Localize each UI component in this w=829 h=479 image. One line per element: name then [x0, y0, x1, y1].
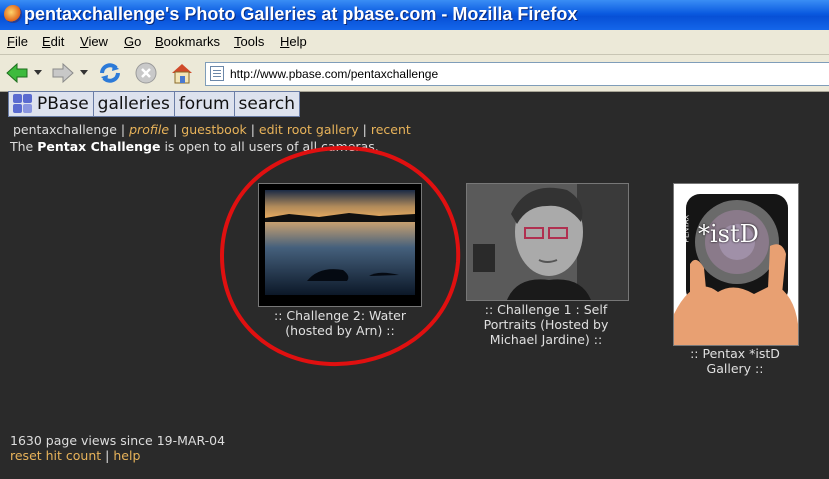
- page-icon: [210, 66, 224, 81]
- menu-go[interactable]: Go: [124, 34, 141, 49]
- intro-pre: The: [10, 139, 38, 154]
- pbase-logo-link[interactable]: PBase: [9, 92, 94, 116]
- pbase-logo-icon: [13, 94, 33, 114]
- gallery-thumbnail-self-portraits[interactable]: [466, 183, 629, 301]
- chevron-down-icon: [34, 70, 42, 75]
- window-titlebar: pentaxchallenge's Photo Galleries at pba…: [0, 0, 829, 30]
- menu-view[interactable]: View: [80, 34, 108, 49]
- menu-bar: File Edit View Go Bookmarks Tools Help: [0, 30, 829, 55]
- pentax-camera-photo: [674, 184, 798, 345]
- help-link[interactable]: help: [113, 448, 140, 463]
- menu-tools[interactable]: Tools: [234, 34, 264, 49]
- reset-hit-count-link[interactable]: reset hit count: [10, 448, 101, 463]
- username: pentaxchallenge: [13, 122, 117, 137]
- home-icon: [172, 64, 192, 84]
- separator: |: [173, 122, 178, 137]
- caption-line: :: Challenge 1 : Self: [484, 302, 608, 317]
- gallery-thumbnail-water[interactable]: [258, 183, 422, 307]
- firefox-logo-icon: [4, 5, 22, 23]
- forward-button[interactable]: [50, 60, 76, 86]
- reload-icon: [100, 63, 120, 83]
- nav-forum[interactable]: forum: [175, 92, 235, 116]
- nav-galleries[interactable]: galleries: [94, 92, 175, 116]
- edit-root-gallery-link[interactable]: edit root gallery: [259, 122, 359, 137]
- separator: |: [120, 122, 126, 137]
- gallery-caption-pentax-istd[interactable]: :: Pentax *istD Gallery ::: [673, 346, 797, 376]
- recent-link[interactable]: recent: [371, 122, 411, 137]
- window-title: pentaxchallenge's Photo Galleries at pba…: [24, 4, 578, 24]
- caption-line: (hosted by Arn) ::: [285, 323, 395, 338]
- back-arrow-icon: [6, 62, 28, 84]
- profile-link[interactable]: profile: [129, 122, 169, 137]
- user-links: pentaxchallenge | profile | guestbook | …: [13, 122, 411, 137]
- nav-search[interactable]: search: [235, 92, 299, 116]
- forward-arrow-icon: [52, 62, 74, 84]
- pbase-nav: PBase galleries forum search: [8, 91, 301, 117]
- stop-button[interactable]: [133, 60, 159, 86]
- separator: |: [250, 122, 255, 137]
- camera-model-text: *istD: [698, 220, 759, 248]
- sunset-lake-photo: [259, 184, 421, 306]
- intro-bold: Pentax Challenge: [37, 139, 161, 154]
- stop-icon: [135, 62, 157, 84]
- caption-line: Portraits (Hosted by: [483, 317, 609, 332]
- address-bar[interactable]: http://www.pbase.com/pentaxchallenge: [205, 62, 829, 86]
- footer-links: reset hit count | help: [10, 448, 140, 463]
- home-button[interactable]: [168, 60, 196, 86]
- chevron-down-icon: [80, 70, 88, 75]
- self-portrait-photo: [467, 184, 628, 300]
- back-button[interactable]: [4, 60, 30, 86]
- reload-button[interactable]: [96, 60, 124, 86]
- gallery-caption-water[interactable]: :: Challenge 2: Water (hosted by Arn) ::: [258, 308, 422, 338]
- address-url: http://www.pbase.com/pentaxchallenge: [230, 67, 439, 81]
- menu-bookmarks[interactable]: Bookmarks: [155, 34, 220, 49]
- gallery-thumbnail-pentax-istd[interactable]: *istD PENTAX: [673, 183, 799, 346]
- menu-file[interactable]: File: [7, 34, 28, 49]
- menu-help[interactable]: Help: [280, 34, 307, 49]
- back-history-dropdown[interactable]: [33, 60, 43, 86]
- caption-line: Gallery ::: [706, 361, 764, 376]
- intro-post: is open to all users of all cameras.: [160, 139, 379, 154]
- guestbook-link[interactable]: guestbook: [181, 122, 246, 137]
- caption-line: Michael Jardine) ::: [489, 332, 603, 347]
- caption-line: :: Challenge 2: Water: [274, 308, 406, 323]
- separator: |: [105, 448, 110, 463]
- pbase-logo-text: PBase: [37, 94, 89, 114]
- camera-brand-text: PENTAX: [683, 215, 691, 243]
- forward-history-dropdown[interactable]: [79, 60, 89, 86]
- caption-line: :: Pentax *istD: [690, 346, 780, 361]
- gallery-caption-self-portraits[interactable]: :: Challenge 1 : Self Portraits (Hosted …: [466, 302, 626, 347]
- menu-edit[interactable]: Edit: [42, 34, 64, 49]
- page-views-text: 1630 page views since 19-MAR-04: [10, 433, 226, 448]
- separator: |: [362, 122, 367, 137]
- intro-text: The Pentax Challenge is open to all user…: [10, 139, 379, 154]
